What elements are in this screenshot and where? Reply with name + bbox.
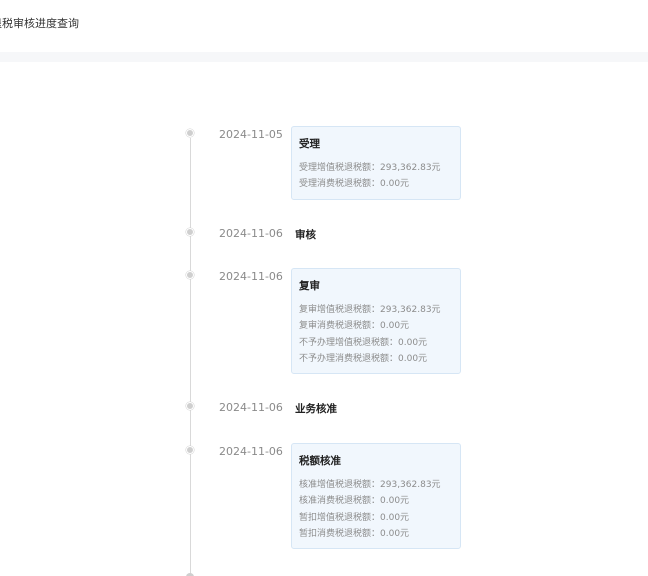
- timeline-date: 2024-11-05: [219, 128, 283, 141]
- timeline-date: 2024-11-06: [219, 401, 283, 414]
- timeline-card: 税额核准 核准增值税退税额：293,362.83元 核准消费税退税额：0.00元…: [291, 443, 461, 550]
- timeline-date: 2024-11-06: [219, 227, 283, 240]
- timeline-card-line: 暂扣增值税退税额：0.00元: [299, 510, 453, 526]
- line-label: 复审消费税退税额：: [299, 321, 381, 332]
- timeline-date: 2024-11-06: [219, 270, 283, 283]
- line-value: 293,362.83元: [380, 163, 441, 173]
- line-value: 0.00元: [380, 528, 410, 539]
- timeline-card-line: 核准消费税退税额：0.00元: [299, 493, 453, 509]
- page-title: 退税审核进度查询: [0, 17, 79, 30]
- line-value: 293,362.83元: [380, 305, 441, 315]
- header-divider: [0, 52, 648, 62]
- line-label: 核准消费税退税额：: [299, 496, 381, 507]
- timeline-card-title: 复审: [299, 280, 320, 292]
- line-value: 293,362.83元: [380, 480, 441, 490]
- timeline-date: 2024-11-06: [219, 445, 283, 458]
- line-label: 不予办理消费税退税额：: [299, 353, 399, 364]
- timeline-card-line: 不予办理增值税退税额：0.00元: [299, 335, 453, 351]
- timeline-card-title: 受理: [299, 138, 320, 150]
- timeline-card: 复审 复审增值税退税额：293,362.83元 复审消费税退税额：0.00元 不…: [291, 268, 461, 375]
- timeline-card-line: 复审消费税退税额：0.00元: [299, 318, 453, 334]
- timeline-title: 审核: [295, 229, 316, 241]
- timeline-dot-icon: [186, 402, 194, 410]
- progress-page: 退税审核进度查询 2024-11-05 受理 受理增值税退税额：293,362.…: [0, 0, 648, 576]
- line-label: 暂扣消费税退税额：: [299, 528, 381, 539]
- timeline-card-line: 核准增值税退税额：293,362.83元: [299, 477, 453, 493]
- timeline-card-line: 复审增值税退税额：293,362.83元: [299, 302, 453, 318]
- line-value: 0.00元: [398, 337, 428, 348]
- timeline-dot-icon: [186, 129, 194, 137]
- timeline-card-line: 暂扣消费税退税额：0.00元: [299, 526, 453, 542]
- timeline-card-line: 不予办理消费税退税额：0.00元: [299, 351, 453, 367]
- timeline-axis: [189, 138, 191, 576]
- timeline-card-line: 受理消费税退税额：0.00元: [299, 176, 453, 192]
- timeline-dot-icon: [186, 228, 194, 236]
- timeline-card-title: 税额核准: [299, 455, 341, 467]
- line-label: 暂扣增值税退税额：: [299, 512, 381, 523]
- timeline-card: 受理 受理增值税退税额：293,362.83元 受理消费税退税额：0.00元: [291, 126, 461, 200]
- line-label: 受理增值税退税额：: [299, 163, 381, 173]
- line-label: 不予办理增值税退税额：: [299, 337, 399, 348]
- timeline-card-line: 受理增值税退税额：293,362.83元: [299, 160, 453, 176]
- line-value: 0.00元: [380, 512, 410, 523]
- line-value: 0.00元: [380, 496, 410, 507]
- line-label: 核准增值税退税额：: [299, 480, 381, 490]
- timeline-dot-icon: [186, 446, 194, 454]
- line-label: 受理消费税退税额：: [299, 179, 381, 190]
- line-value: 0.00元: [380, 321, 410, 332]
- timeline-dot-icon: [186, 271, 194, 279]
- timeline-title: 业务核准: [295, 403, 337, 415]
- line-value: 0.00元: [380, 179, 410, 190]
- line-label: 复审增值税退税额：: [299, 305, 381, 315]
- line-value: 0.00元: [398, 353, 428, 364]
